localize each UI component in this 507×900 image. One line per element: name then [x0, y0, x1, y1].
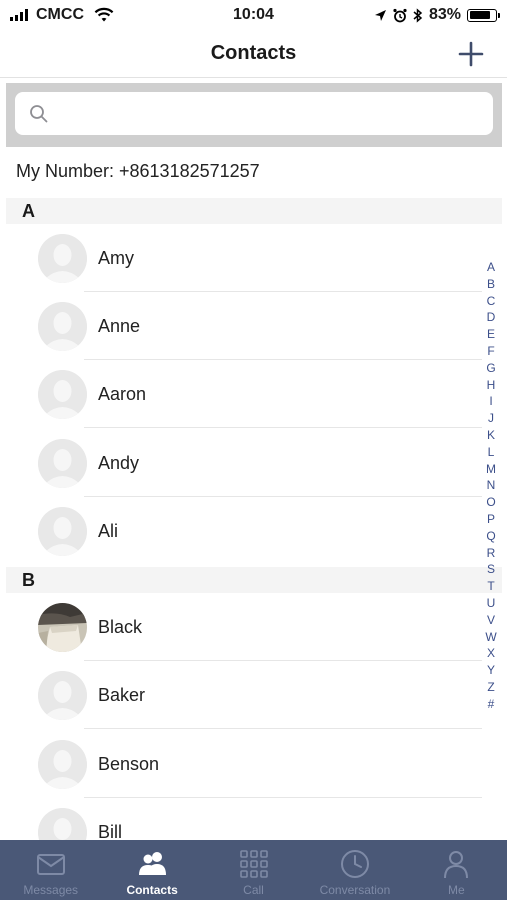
person-icon [444, 851, 469, 879]
avatar-placeholder-icon [38, 302, 87, 351]
index-letter[interactable]: K [487, 427, 495, 444]
contact-row-andy[interactable]: Andy [30, 429, 482, 497]
tab-label: Contacts [126, 883, 178, 897]
contact-name: Andy [98, 453, 140, 473]
row-divider [84, 728, 482, 729]
contacts-icon [139, 852, 167, 875]
contact-name: Amy [98, 248, 134, 268]
contact-row-anne[interactable]: Anne [30, 292, 482, 360]
wifi-icon [94, 7, 114, 22]
search-input[interactable] [57, 104, 493, 123]
battery-icon [467, 8, 500, 22]
contact-row-amy[interactable]: Amy [30, 224, 482, 292]
section-header-a: A [6, 198, 502, 224]
index-letter[interactable]: L [488, 444, 495, 461]
contact-name: Black [98, 617, 143, 637]
index-letter[interactable]: B [487, 276, 495, 293]
avatar-placeholder-icon [38, 234, 87, 283]
location-icon [374, 9, 386, 21]
index-letter[interactable]: R [487, 545, 496, 562]
bluetooth-icon [413, 7, 423, 23]
section-header-b: B [6, 567, 502, 593]
index-letter[interactable]: # [488, 696, 495, 713]
index-letter[interactable]: J [488, 410, 494, 427]
avatar-placeholder-icon [38, 370, 87, 419]
contact-row-baker[interactable]: Baker [30, 661, 482, 729]
index-letter[interactable]: X [487, 645, 495, 662]
envelope-icon [36, 854, 65, 875]
page-title: Contacts [210, 42, 297, 64]
tab-label: Conversation [319, 883, 391, 897]
index-letter[interactable]: U [487, 595, 496, 612]
contact-name: Anne [98, 316, 141, 336]
add-contact-button[interactable] [455, 38, 487, 70]
keypad-icon [239, 850, 268, 878]
index-letter[interactable]: P [487, 511, 495, 528]
row-divider [84, 427, 482, 428]
index-letter[interactable]: M [486, 461, 496, 478]
index-letter[interactable]: N [487, 477, 496, 494]
tab-me[interactable]: Me [406, 840, 507, 900]
contact-name: Ali [98, 521, 119, 541]
contact-name: Baker [98, 685, 146, 705]
index-letter[interactable]: E [487, 326, 495, 343]
index-letter[interactable]: H [487, 377, 496, 394]
index-letter[interactable]: Y [487, 662, 495, 679]
contact-name: Benson [98, 754, 160, 774]
contact-row-ali[interactable]: Ali [30, 497, 482, 565]
search-bar [6, 83, 502, 147]
clock-icon [340, 850, 369, 878]
avatar-placeholder-icon [38, 439, 87, 488]
index-letter[interactable]: V [487, 612, 495, 629]
contact-row-aaron[interactable]: Aaron [30, 360, 482, 428]
index-letter[interactable]: T [487, 578, 494, 595]
tab-bar: Messages Contacts Call Conversation Me [0, 840, 507, 900]
index-letter[interactable]: G [486, 360, 495, 377]
contact-row-black[interactable]: Black [30, 593, 482, 661]
avatar-placeholder-icon [38, 740, 87, 789]
avatar-placeholder-icon [38, 671, 87, 720]
index-letter[interactable]: F [487, 343, 494, 360]
avatar-photo [38, 603, 87, 652]
tab-call[interactable]: Call [203, 840, 304, 900]
tab-label: Me [447, 883, 465, 897]
index-letter[interactable]: C [487, 293, 496, 310]
carrier-label: CMCC [36, 6, 84, 23]
search-field[interactable] [15, 92, 493, 135]
contact-name: Aaron [98, 384, 147, 404]
battery-percent: 83% [428, 6, 461, 23]
navigation-bar: Contacts [0, 30, 507, 78]
tab-label: Messages [23, 883, 79, 897]
avatar-placeholder-icon [38, 507, 87, 556]
index-letter[interactable]: W [485, 629, 496, 646]
signal-icon [10, 9, 28, 21]
status-bar: CMCC 10:04 83% [0, 0, 507, 30]
index-letter[interactable]: Q [486, 528, 495, 545]
alphabet-index[interactable]: A B C D E F G H I J K L M N O P Q R S T U V W X Y Z # [484, 259, 498, 713]
search-icon [30, 104, 48, 122]
contact-row-benson[interactable]: Benson [30, 730, 482, 798]
tab-conversation[interactable]: Conversation [304, 840, 405, 900]
tab-contacts[interactable]: Contacts [101, 840, 202, 900]
index-letter[interactable]: D [487, 309, 496, 326]
alarm-icon [393, 8, 407, 22]
index-letter[interactable]: S [487, 561, 495, 578]
my-number: My Number: +8613182571257 [16, 161, 260, 181]
tab-label: Call [243, 883, 264, 897]
index-letter[interactable]: A [487, 259, 495, 276]
battery-fill [469, 11, 491, 19]
tab-messages[interactable]: Messages [0, 840, 101, 900]
index-letter[interactable]: O [486, 494, 495, 511]
index-letter[interactable]: Z [487, 679, 494, 696]
index-letter[interactable]: I [489, 393, 492, 410]
